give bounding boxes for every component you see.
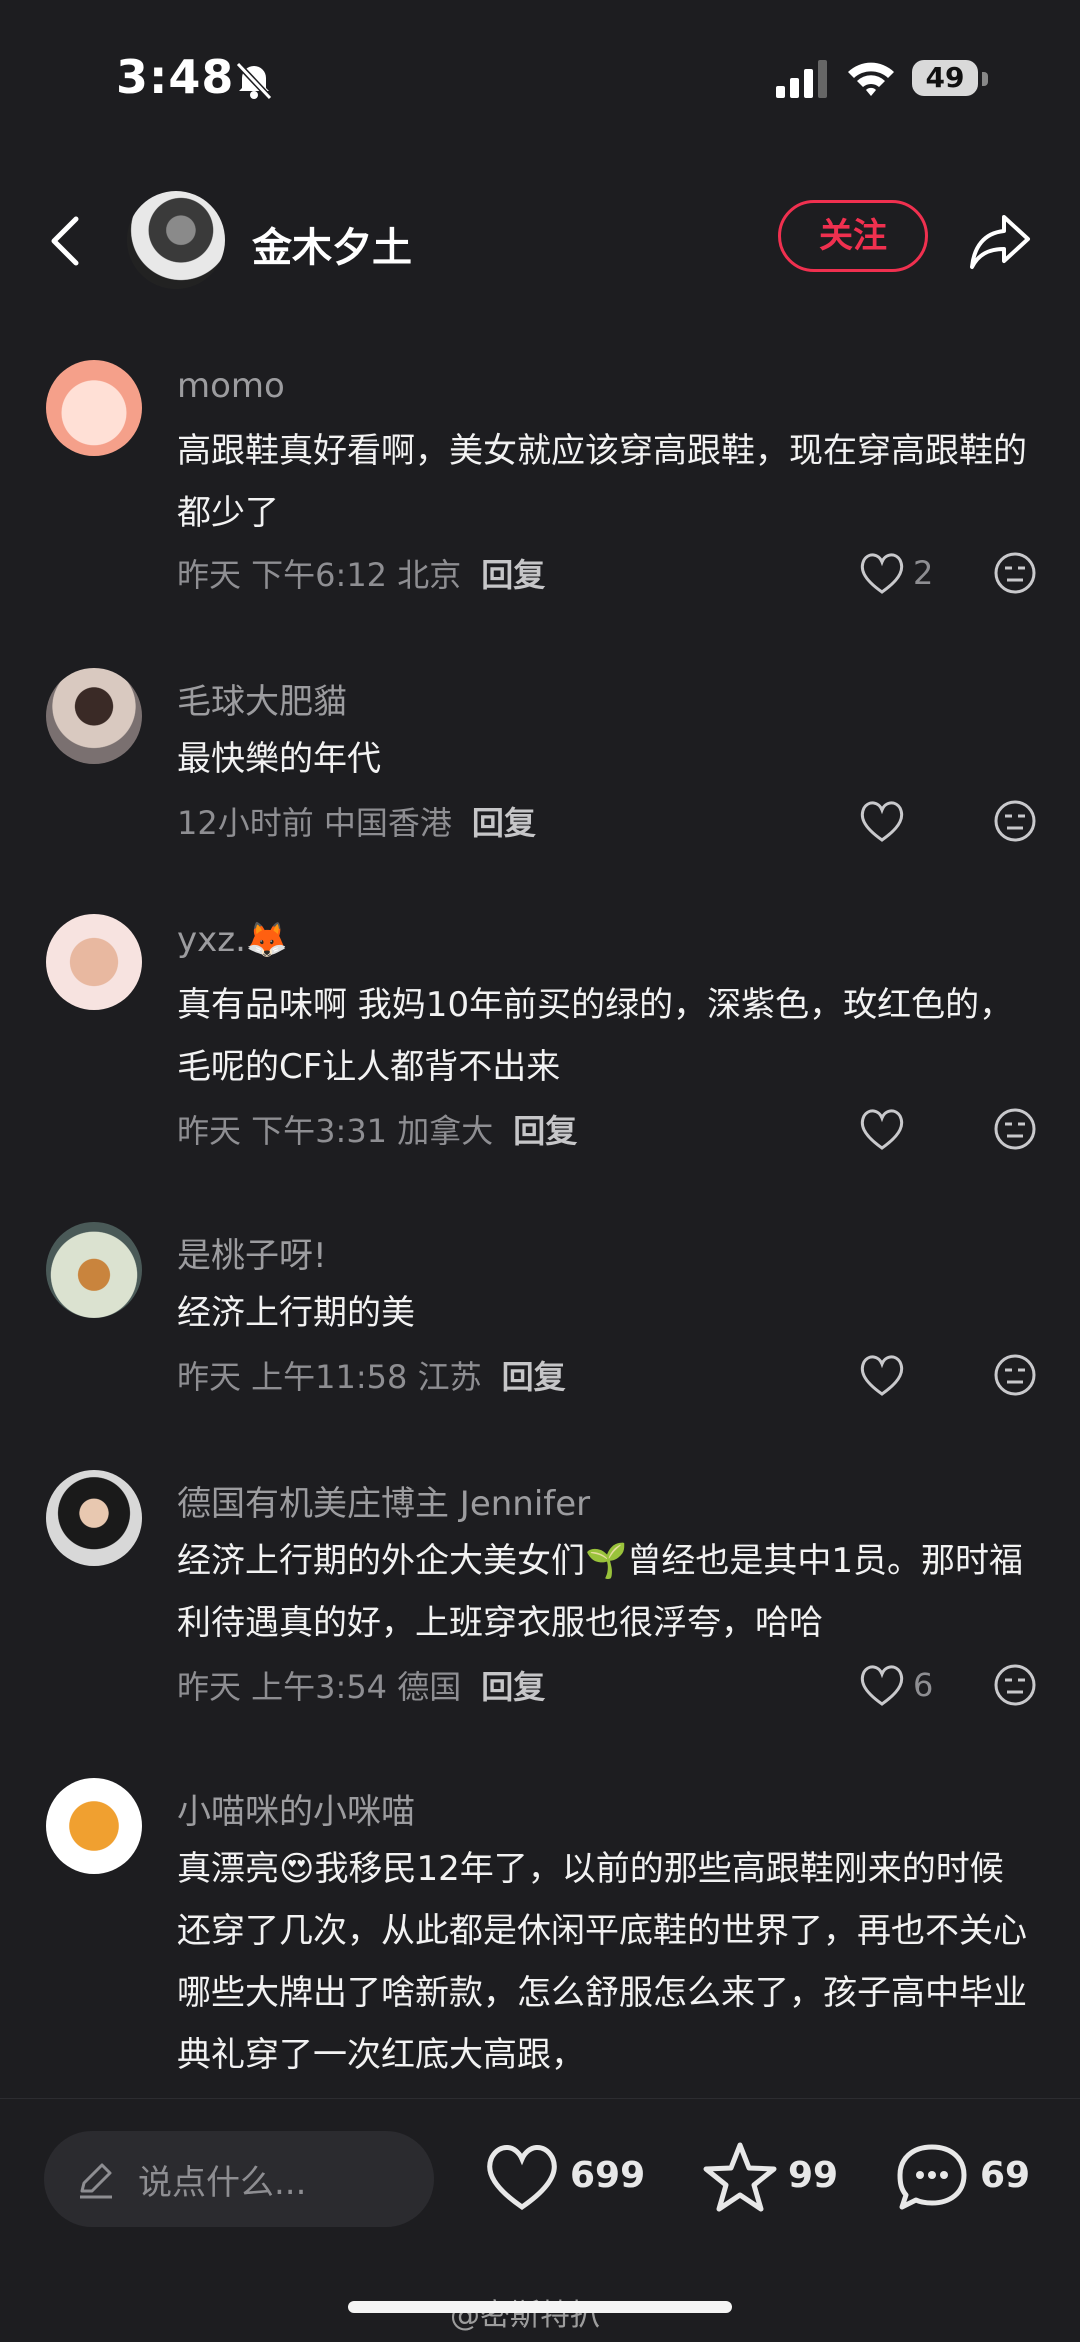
pencil-icon bbox=[80, 2163, 112, 2199]
bell-muted-icon bbox=[235, 61, 273, 101]
emoji-reaction-icon[interactable] bbox=[992, 1662, 1038, 1708]
comment-username[interactable]: 毛球大肥貓 bbox=[177, 674, 347, 723]
like-count: 6 bbox=[913, 1666, 934, 1704]
comment-time-location: 昨天 上午3:54 德国 bbox=[177, 1668, 462, 1706]
comment-text: 经济上行期的外企大美女们🌱曾经也是其中1员。那时福利待遇真的好，上班穿衣服也很浮… bbox=[177, 1541, 1023, 1643]
reply-button[interactable]: 回复 bbox=[481, 556, 545, 594]
comment-text: 最快樂的年代 bbox=[177, 739, 381, 779]
wifi-icon bbox=[848, 62, 894, 96]
battery-icon: 49 bbox=[912, 60, 978, 96]
emoji-reaction-icon[interactable] bbox=[992, 798, 1038, 844]
like-icon[interactable] bbox=[858, 1352, 906, 1398]
comment-input-placeholder: 说点什么... bbox=[138, 2163, 307, 2203]
cat-avatar[interactable] bbox=[46, 1778, 142, 1874]
likes-count: 699 bbox=[570, 2155, 646, 2196]
like-icon[interactable] bbox=[484, 2141, 560, 2213]
battery-tip bbox=[982, 72, 988, 86]
comments-count: 69 bbox=[980, 2155, 1031, 2196]
avatar[interactable] bbox=[46, 1222, 142, 1318]
comment-text: 经济上行期的美 bbox=[177, 1293, 415, 1333]
emoji-reaction-icon[interactable] bbox=[992, 1352, 1038, 1398]
share-icon[interactable] bbox=[968, 211, 1032, 271]
follow-button[interactable]: 关注 bbox=[778, 200, 928, 272]
like-icon[interactable] bbox=[858, 1106, 906, 1152]
header: 金木夕土 关注 bbox=[0, 185, 1080, 295]
comment-item: 小喵咪的小咪喵 真漂亮😍我移民12年了，以前的那些高跟鞋刚来的时候还穿了几次，从… bbox=[0, 1778, 1080, 2098]
comment-item: momo 高跟鞋真好看啊，美女就应该穿高跟鞋，现在穿高跟鞋的都少了 昨天 下午6… bbox=[0, 360, 1080, 620]
like-icon[interactable] bbox=[858, 798, 906, 844]
favorites-count: 99 bbox=[788, 2155, 839, 2196]
comment-time-location: 昨天 下午6:12 北京 bbox=[177, 556, 462, 594]
comment-meta: 昨天 下午3:31 加拿大 回复 bbox=[177, 1106, 577, 1152]
comment-username[interactable]: 德国有机美庄博主 Jennifer bbox=[177, 1476, 590, 1525]
comment-icon[interactable] bbox=[894, 2141, 970, 2213]
avatar[interactable] bbox=[46, 668, 142, 764]
comment-meta: 昨天 上午11:58 江苏 回复 bbox=[177, 1352, 566, 1398]
author-name[interactable]: 金木夕土 bbox=[252, 215, 412, 273]
reply-button[interactable]: 回复 bbox=[481, 1668, 545, 1706]
comment-username[interactable]: momo bbox=[177, 366, 285, 406]
comment-text: 高跟鞋真好看啊，美女就应该穿高跟鞋，现在穿高跟鞋的都少了 bbox=[177, 431, 1027, 533]
status-bar: 3:48 49 bbox=[0, 0, 1080, 160]
avatar[interactable] bbox=[46, 360, 142, 456]
back-icon[interactable] bbox=[46, 213, 86, 269]
comment-time-location: 昨天 下午3:31 加拿大 bbox=[177, 1112, 494, 1150]
signal-icon bbox=[776, 60, 827, 98]
reply-button[interactable]: 回复 bbox=[472, 804, 536, 842]
home-indicator[interactable] bbox=[348, 2301, 732, 2313]
comment-time-location: 昨天 上午11:58 江苏 bbox=[177, 1358, 482, 1396]
reply-button[interactable]: 回复 bbox=[513, 1112, 577, 1150]
author-avatar[interactable] bbox=[127, 191, 225, 289]
like-icon[interactable] bbox=[858, 550, 906, 596]
comment-item: 毛球大肥貓 最快樂的年代 12小时前 中国香港 回复 bbox=[0, 668, 1080, 868]
avatar[interactable] bbox=[46, 1470, 142, 1566]
comment-meta: 昨天 下午6:12 北京 回复 bbox=[177, 550, 545, 596]
comment-username[interactable]: 是桃子呀! bbox=[177, 1228, 327, 1277]
comment-item: 是桃子呀! 经济上行期的美 昨天 上午11:58 江苏 回复 bbox=[0, 1222, 1080, 1422]
comment-text: 真有品味啊 我妈10年前买的绿的，深紫色，玫红色的，毛呢的CF让人都背不出来 bbox=[177, 985, 1014, 1087]
emoji-reaction-icon[interactable] bbox=[992, 550, 1038, 596]
comment-meta: 12小时前 中国香港 回复 bbox=[177, 798, 536, 844]
comment-input[interactable]: 说点什么... bbox=[44, 2131, 434, 2227]
comment-username[interactable]: 小喵咪的小咪喵 bbox=[177, 1784, 415, 1833]
star-icon[interactable] bbox=[702, 2141, 778, 2213]
comment-time-location: 12小时前 中国香港 bbox=[177, 804, 452, 842]
emoji-reaction-icon[interactable] bbox=[992, 1106, 1038, 1152]
status-time: 3:48 bbox=[116, 50, 235, 104]
comment-item: 德国有机美庄博主 Jennifer 经济上行期的外企大美女们🌱曾经也是其中1员。… bbox=[0, 1470, 1080, 1730]
like-icon[interactable] bbox=[858, 1662, 906, 1708]
comment-meta: 昨天 上午3:54 德国 回复 bbox=[177, 1662, 545, 1708]
like-count: 2 bbox=[913, 554, 934, 592]
comment-item: yxz.🦊 真有品味啊 我妈10年前买的绿的，深紫色，玫红色的，毛呢的CF让人都… bbox=[0, 914, 1080, 1174]
avatar[interactable] bbox=[46, 914, 142, 1010]
comment-username[interactable]: yxz.🦊 bbox=[177, 920, 288, 960]
comment-text: 真漂亮😍我移民12年了，以前的那些高跟鞋刚来的时候还穿了几次，从此都是休闲平底鞋… bbox=[177, 1849, 1027, 2075]
reply-button[interactable]: 回复 bbox=[502, 1358, 566, 1396]
